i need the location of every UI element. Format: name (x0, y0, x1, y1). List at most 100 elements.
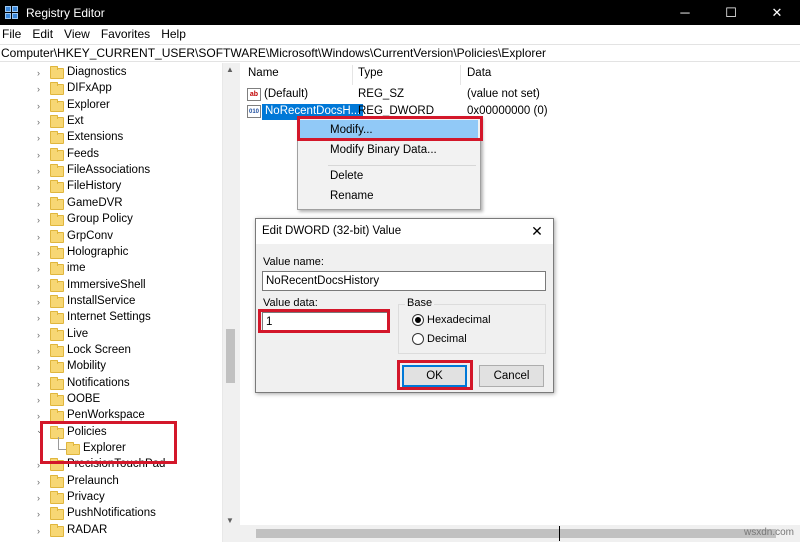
tree-item[interactable]: › Internet Settings (0, 310, 222, 326)
tree-item[interactable]: › RADAR (0, 523, 222, 539)
watermark: wsxdn.com (743, 527, 794, 538)
collapsed-chevron-icon[interactable]: › (37, 346, 43, 356)
collapsed-chevron-icon[interactable]: › (37, 477, 43, 487)
address-bar[interactable]: Computer\HKEY_CURRENT_USER\SOFTWARE\Micr… (0, 44, 800, 62)
tree-scroll-thumb[interactable] (226, 329, 235, 383)
highlight-value-data (258, 309, 390, 333)
decimal-label[interactable]: Decimal (427, 333, 467, 345)
maximize-button[interactable]: ☐ (708, 0, 754, 25)
tree-item-label: Lock Screen (67, 343, 131, 356)
tree-item[interactable]: › FileAssociations (0, 163, 222, 179)
tree-item-label: ime (67, 262, 86, 275)
tree-vertical-scrollbar[interactable]: ▲ ▼ (222, 63, 237, 542)
collapsed-chevron-icon[interactable]: › (37, 281, 43, 291)
tree-item[interactable]: › GameDVR (0, 196, 222, 212)
tree-item-label: Live (67, 327, 89, 340)
collapsed-chevron-icon[interactable]: › (37, 68, 43, 78)
tree-item-label: Feeds (67, 147, 99, 160)
folder-icon (50, 311, 64, 325)
scroll-up-icon[interactable]: ▲ (226, 65, 234, 74)
menu-item-delete[interactable]: Delete (300, 166, 478, 186)
menu-edit[interactable]: Edit (26, 27, 58, 41)
hexadecimal-radio[interactable] (412, 314, 424, 326)
menu-item-rename[interactable]: Rename (300, 186, 478, 206)
menu-help[interactable]: Help (155, 27, 191, 41)
list-horizontal-scrollbar[interactable] (240, 525, 800, 542)
collapsed-chevron-icon[interactable]: › (37, 395, 43, 405)
minimize-button[interactable]: ─ (662, 0, 708, 25)
collapsed-chevron-icon[interactable]: › (37, 133, 43, 143)
tree-item[interactable]: › Group Policy (0, 212, 222, 228)
tree-item-label: Holographic (67, 245, 129, 258)
value-name: (Default) (264, 88, 309, 100)
tree-item[interactable]: › GrpConv (0, 229, 222, 245)
menu-item-modify-binary[interactable]: Modify Binary Data... (300, 140, 478, 160)
collapsed-chevron-icon[interactable]: › (37, 117, 43, 127)
tree-item-label: Group Policy (67, 213, 133, 226)
dialog-close-icon[interactable]: ✕ (527, 219, 547, 244)
column-type-header[interactable]: Type (358, 67, 383, 84)
tree-item[interactable]: › Extensions (0, 130, 222, 146)
base-groupbox (398, 304, 546, 354)
folder-icon (50, 131, 64, 145)
collapsed-chevron-icon[interactable]: › (37, 379, 43, 389)
collapsed-chevron-icon[interactable]: › (37, 297, 43, 307)
tree-item[interactable]: › Explorer (0, 98, 222, 114)
collapsed-chevron-icon[interactable]: › (37, 150, 43, 160)
collapsed-chevron-icon[interactable]: › (37, 509, 43, 519)
menu-view[interactable]: View (58, 27, 95, 41)
highlight-modify (297, 116, 483, 141)
tree-item[interactable]: › Prelaunch (0, 474, 222, 490)
tree-item[interactable]: › OOBE (0, 392, 222, 408)
tree-item-label: Explorer (67, 98, 110, 111)
value-row-default[interactable]: ab (Default) REG_SZ (value not set) (240, 87, 800, 103)
value-data-label: Value data: (263, 297, 318, 309)
column-name-header[interactable]: Name (248, 67, 279, 84)
tree-item[interactable]: › PushNotifications (0, 506, 222, 522)
scroll-down-icon[interactable]: ▼ (226, 516, 234, 525)
tree-item-label: Extensions (67, 131, 124, 144)
hexadecimal-label[interactable]: Hexadecimal (427, 314, 491, 326)
collapsed-chevron-icon[interactable]: › (37, 248, 43, 258)
folder-icon (50, 262, 64, 276)
collapsed-chevron-icon[interactable]: › (37, 101, 43, 111)
collapsed-chevron-icon[interactable]: › (37, 232, 43, 242)
value-name-field[interactable] (262, 271, 546, 291)
tree-item[interactable]: › ime (0, 261, 222, 277)
tree-item[interactable]: › Holographic (0, 245, 222, 261)
collapsed-chevron-icon[interactable]: › (37, 313, 43, 323)
collapsed-chevron-icon[interactable]: › (37, 330, 43, 340)
collapsed-chevron-icon[interactable]: › (37, 526, 43, 536)
collapsed-chevron-icon[interactable]: › (37, 84, 43, 94)
folder-icon (50, 360, 64, 374)
tree-item[interactable]: › Ext (0, 114, 222, 130)
list-scroll-thumb[interactable] (256, 529, 776, 538)
collapsed-chevron-icon[interactable]: › (37, 411, 43, 421)
close-button[interactable]: ✕ (754, 0, 800, 25)
tree-item[interactable]: › Privacy (0, 490, 222, 506)
cancel-button[interactable]: Cancel (479, 365, 544, 387)
tree-item[interactable]: › Mobility (0, 359, 222, 375)
collapsed-chevron-icon[interactable]: › (37, 199, 43, 209)
tree-item[interactable]: › Diagnostics (0, 65, 222, 81)
tree-item[interactable]: › Live (0, 327, 222, 343)
collapsed-chevron-icon[interactable]: › (37, 264, 43, 274)
collapsed-chevron-icon[interactable]: › (37, 182, 43, 192)
tree-item[interactable]: › FileHistory (0, 179, 222, 195)
tree-item[interactable]: › ImmersiveShell (0, 278, 222, 294)
collapsed-chevron-icon[interactable]: › (37, 362, 43, 372)
menu-file[interactable]: File (0, 27, 26, 41)
tree-item[interactable]: › DIFxApp (0, 81, 222, 97)
tree-item[interactable]: › Feeds (0, 147, 222, 163)
collapsed-chevron-icon[interactable]: › (37, 215, 43, 225)
tree-item[interactable]: › Notifications (0, 376, 222, 392)
column-data-header[interactable]: Data (467, 67, 491, 84)
menu-favorites[interactable]: Favorites (95, 27, 155, 41)
tree-item-label: DIFxApp (67, 82, 112, 95)
collapsed-chevron-icon[interactable]: › (37, 166, 43, 176)
tree-item[interactable]: › Lock Screen (0, 343, 222, 359)
decimal-radio[interactable] (412, 333, 424, 345)
collapsed-chevron-icon[interactable]: › (37, 493, 43, 503)
folder-icon (50, 66, 64, 79)
tree-item[interactable]: › InstallService (0, 294, 222, 310)
